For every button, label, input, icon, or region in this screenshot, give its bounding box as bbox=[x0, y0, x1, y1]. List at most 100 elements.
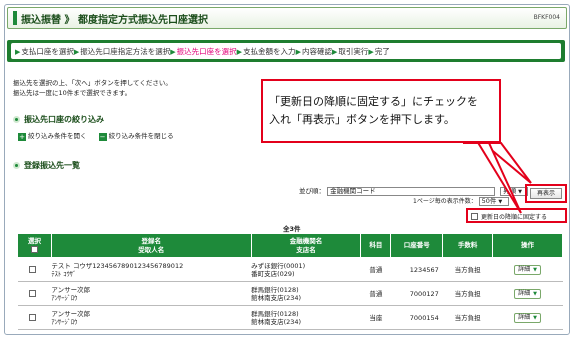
step-label: 取引実行 bbox=[338, 46, 369, 56]
detail-label: 詳細 bbox=[518, 313, 531, 321]
bank-name: みずほ銀行(0001) bbox=[251, 261, 306, 270]
step-label: 支払金額を入力 bbox=[243, 46, 296, 56]
step-item: ▶完了 bbox=[368, 46, 389, 57]
account-cell: 7000154 bbox=[390, 305, 443, 330]
action-cell: 詳細 ▼ bbox=[492, 305, 563, 330]
sort-label: 並び順： bbox=[299, 187, 325, 195]
col-bank-label: 金融機関名 bbox=[289, 236, 323, 245]
bank-name: 群馬銀行(0128) bbox=[251, 309, 299, 318]
perpage-control: 1ページ毎の表示件数： 50件 ▼ bbox=[413, 196, 509, 206]
detail-button[interactable]: 詳細 ▼ bbox=[514, 312, 541, 323]
step-arrow-icon: ▶ bbox=[236, 47, 243, 56]
close-filter-link[interactable]: − 絞り込み条件を閉じる bbox=[98, 132, 174, 141]
payee-name: テスト コウザ1234567890123456789012 bbox=[51, 261, 184, 270]
close-filter-label: 絞り込み条件を閉じる bbox=[108, 132, 174, 140]
chevron-down-icon: ▼ bbox=[533, 314, 537, 321]
payee-kana: ｱﾝｻｰｼﾞﾛｳ bbox=[51, 317, 78, 326]
bank-name: 群馬銀行(0128) bbox=[251, 285, 299, 294]
title-accent bbox=[13, 11, 17, 25]
name-cell: アンサー次郎 ｱﾝｻｰｼﾞﾛｳ bbox=[51, 305, 252, 330]
plus-icon: + bbox=[18, 133, 26, 141]
filter-heading-text: 振込先口座の絞り込み bbox=[24, 115, 104, 124]
instructions: 振込先を選択の上、「次へ」ボタンを押してください。 振込先は一度に10件まで選択… bbox=[13, 78, 172, 98]
page-frame: 振込振替 》 都度指定方式振込先口座選択 BFKF004 ▶支払口座を選択 ▶振込… bbox=[4, 4, 570, 335]
name-cell: テスト コウザ1234567890123456789012 ﾃｽﾄ ｺｳｻﾞ bbox=[51, 257, 252, 282]
table-row: アンサー次郎 ｱﾝｻｰｼﾞﾛｳ 群馬銀行(0128) 館林南支店(234) 当座 7000… bbox=[17, 305, 563, 330]
bank-cell: みずほ銀行(0001) 番町支店(029) bbox=[251, 257, 361, 282]
section-bullet-icon bbox=[13, 162, 20, 169]
bank-cell: 群馬銀行(0128) 館林南支店(234) bbox=[251, 281, 361, 306]
row-select-checkbox[interactable] bbox=[29, 265, 37, 273]
screen-id: BFKF004 bbox=[533, 14, 560, 21]
list-heading-text: 登録振込先一覧 bbox=[24, 161, 80, 170]
step-item: ▶支払口座を選択 bbox=[15, 46, 74, 57]
step-label: 振込先口座指定方法を選択 bbox=[80, 46, 171, 56]
row-select-checkbox[interactable] bbox=[29, 313, 37, 321]
branch-name: 館林南支店(234) bbox=[251, 293, 302, 302]
progress-steps: ▶支払口座を選択 ▶振込先口座指定方法を選択 ▶振込先口座を選択 ▶支払金額を入力 ▶内… bbox=[7, 40, 565, 62]
type-cell: 普通 bbox=[360, 257, 391, 282]
select-cell bbox=[17, 305, 52, 330]
col-account: 口座番号 bbox=[390, 233, 444, 258]
select-cell bbox=[17, 257, 52, 282]
payee-table: 選択 登録名 受取人名 金融機関名 支店名 科目 口座番号 手数料 操作 テスト コ… bbox=[17, 233, 563, 330]
step-item: ▶振込先口座指定方法を選択 bbox=[74, 46, 170, 57]
section-bullet-icon bbox=[13, 116, 20, 123]
open-filter-link[interactable]: + 絞り込み条件を開く bbox=[18, 132, 87, 141]
chevron-down-icon: ▼ bbox=[533, 266, 537, 273]
row-select-checkbox[interactable] bbox=[29, 289, 37, 297]
step-arrow-icon: ▶ bbox=[73, 47, 80, 56]
sort-order-select[interactable]: 昇順 ▼ bbox=[500, 186, 529, 196]
type-cell: 当座 bbox=[360, 305, 391, 330]
name-cell: アンサー次郎 ｱﾝｻｰｼﾞﾛｳ bbox=[51, 281, 252, 306]
chevron-down-icon: ▼ bbox=[533, 290, 537, 297]
step-arrow-icon: ▶ bbox=[15, 47, 21, 56]
select-all-checkbox[interactable] bbox=[30, 245, 38, 253]
step-item: ▶支払金額を入力 bbox=[237, 46, 296, 57]
table-header-row: 選択 登録名 受取人名 金融機関名 支店名 科目 口座番号 手数料 操作 bbox=[17, 233, 563, 258]
list-heading: 登録振込先一覧 bbox=[13, 160, 80, 171]
step-arrow-icon: ▶ bbox=[170, 47, 176, 56]
step-item: ▶内容確認 bbox=[296, 46, 332, 57]
step-item: ▶取引実行 bbox=[332, 46, 368, 57]
col-action: 操作 bbox=[492, 233, 563, 258]
col-name-label: 登録名 bbox=[141, 236, 162, 245]
table-row: テスト コウザ1234567890123456789012 ﾃｽﾄ ｺｳｻﾞ みずほ… bbox=[17, 257, 563, 282]
perpage-value: 50件 bbox=[481, 197, 497, 205]
callout-tail bbox=[462, 139, 532, 184]
highlight-redisplay bbox=[525, 184, 567, 203]
col-name: 登録名 受取人名 bbox=[50, 233, 252, 258]
account-cell: 7000127 bbox=[390, 281, 443, 306]
sort-key-value: 金融機関コード bbox=[330, 186, 376, 195]
col-select: 選択 bbox=[17, 233, 52, 258]
detail-button[interactable]: 詳細 ▼ bbox=[514, 264, 541, 275]
step-arrow-icon: ▶ bbox=[295, 47, 301, 56]
col-select-label: 選択 bbox=[27, 236, 41, 245]
branch-name: 番町支店(029) bbox=[251, 269, 295, 278]
step-label: 振込先口座を選択 bbox=[176, 46, 237, 56]
payee-name: アンサー次郎 bbox=[51, 309, 91, 318]
detail-button[interactable]: 詳細 ▼ bbox=[514, 288, 541, 299]
payee-kana: ﾃｽﾄ ｺｳｻﾞ bbox=[51, 269, 77, 278]
table-row: アンサー次郎 ｱﾝｻｰｼﾞﾛｳ 群馬銀行(0128) 館林南支店(234) 普通 7000… bbox=[17, 281, 563, 306]
col-fee: 手数料 bbox=[442, 233, 494, 258]
step-label: 内容確認 bbox=[301, 46, 332, 56]
chevron-down-icon: ▼ bbox=[498, 199, 503, 205]
title-bar: 振込振替 》 都度指定方式振込先口座選択 BFKF004 bbox=[7, 7, 567, 29]
callout-line-1: 「更新日の降順に固定する」にチェックを bbox=[269, 95, 478, 108]
sort-key-select[interactable]: 金融機関コード bbox=[327, 186, 496, 196]
sort-controls: 並び順： 金融機関コード 昇順 ▼ bbox=[299, 185, 529, 196]
step-arrow-icon: ▶ bbox=[368, 47, 374, 56]
highlight-fix-order bbox=[466, 208, 567, 223]
progress-steps-inner: ▶支払口座を選択 ▶振込先口座指定方法を選択 ▶振込先口座を選択 ▶支払金額を入力 ▶内… bbox=[11, 43, 561, 59]
branch-name: 館林南支店(234) bbox=[251, 317, 302, 326]
type-cell: 普通 bbox=[360, 281, 391, 306]
detail-label: 詳細 bbox=[518, 289, 531, 297]
chevron-down-icon: ▼ bbox=[518, 188, 523, 195]
perpage-select[interactable]: 50件 ▼ bbox=[478, 197, 509, 206]
bank-cell: 群馬銀行(0128) 館林南支店(234) bbox=[251, 305, 361, 330]
filter-links: + 絞り込み条件を開く − 絞り込み条件を閉じる bbox=[18, 130, 184, 141]
minus-icon: − bbox=[98, 133, 107, 141]
col-bank: 金融機関名 支店名 bbox=[250, 233, 362, 258]
instruction-line-2: 振込先は一度に10件まで選択できます。 bbox=[13, 89, 132, 97]
